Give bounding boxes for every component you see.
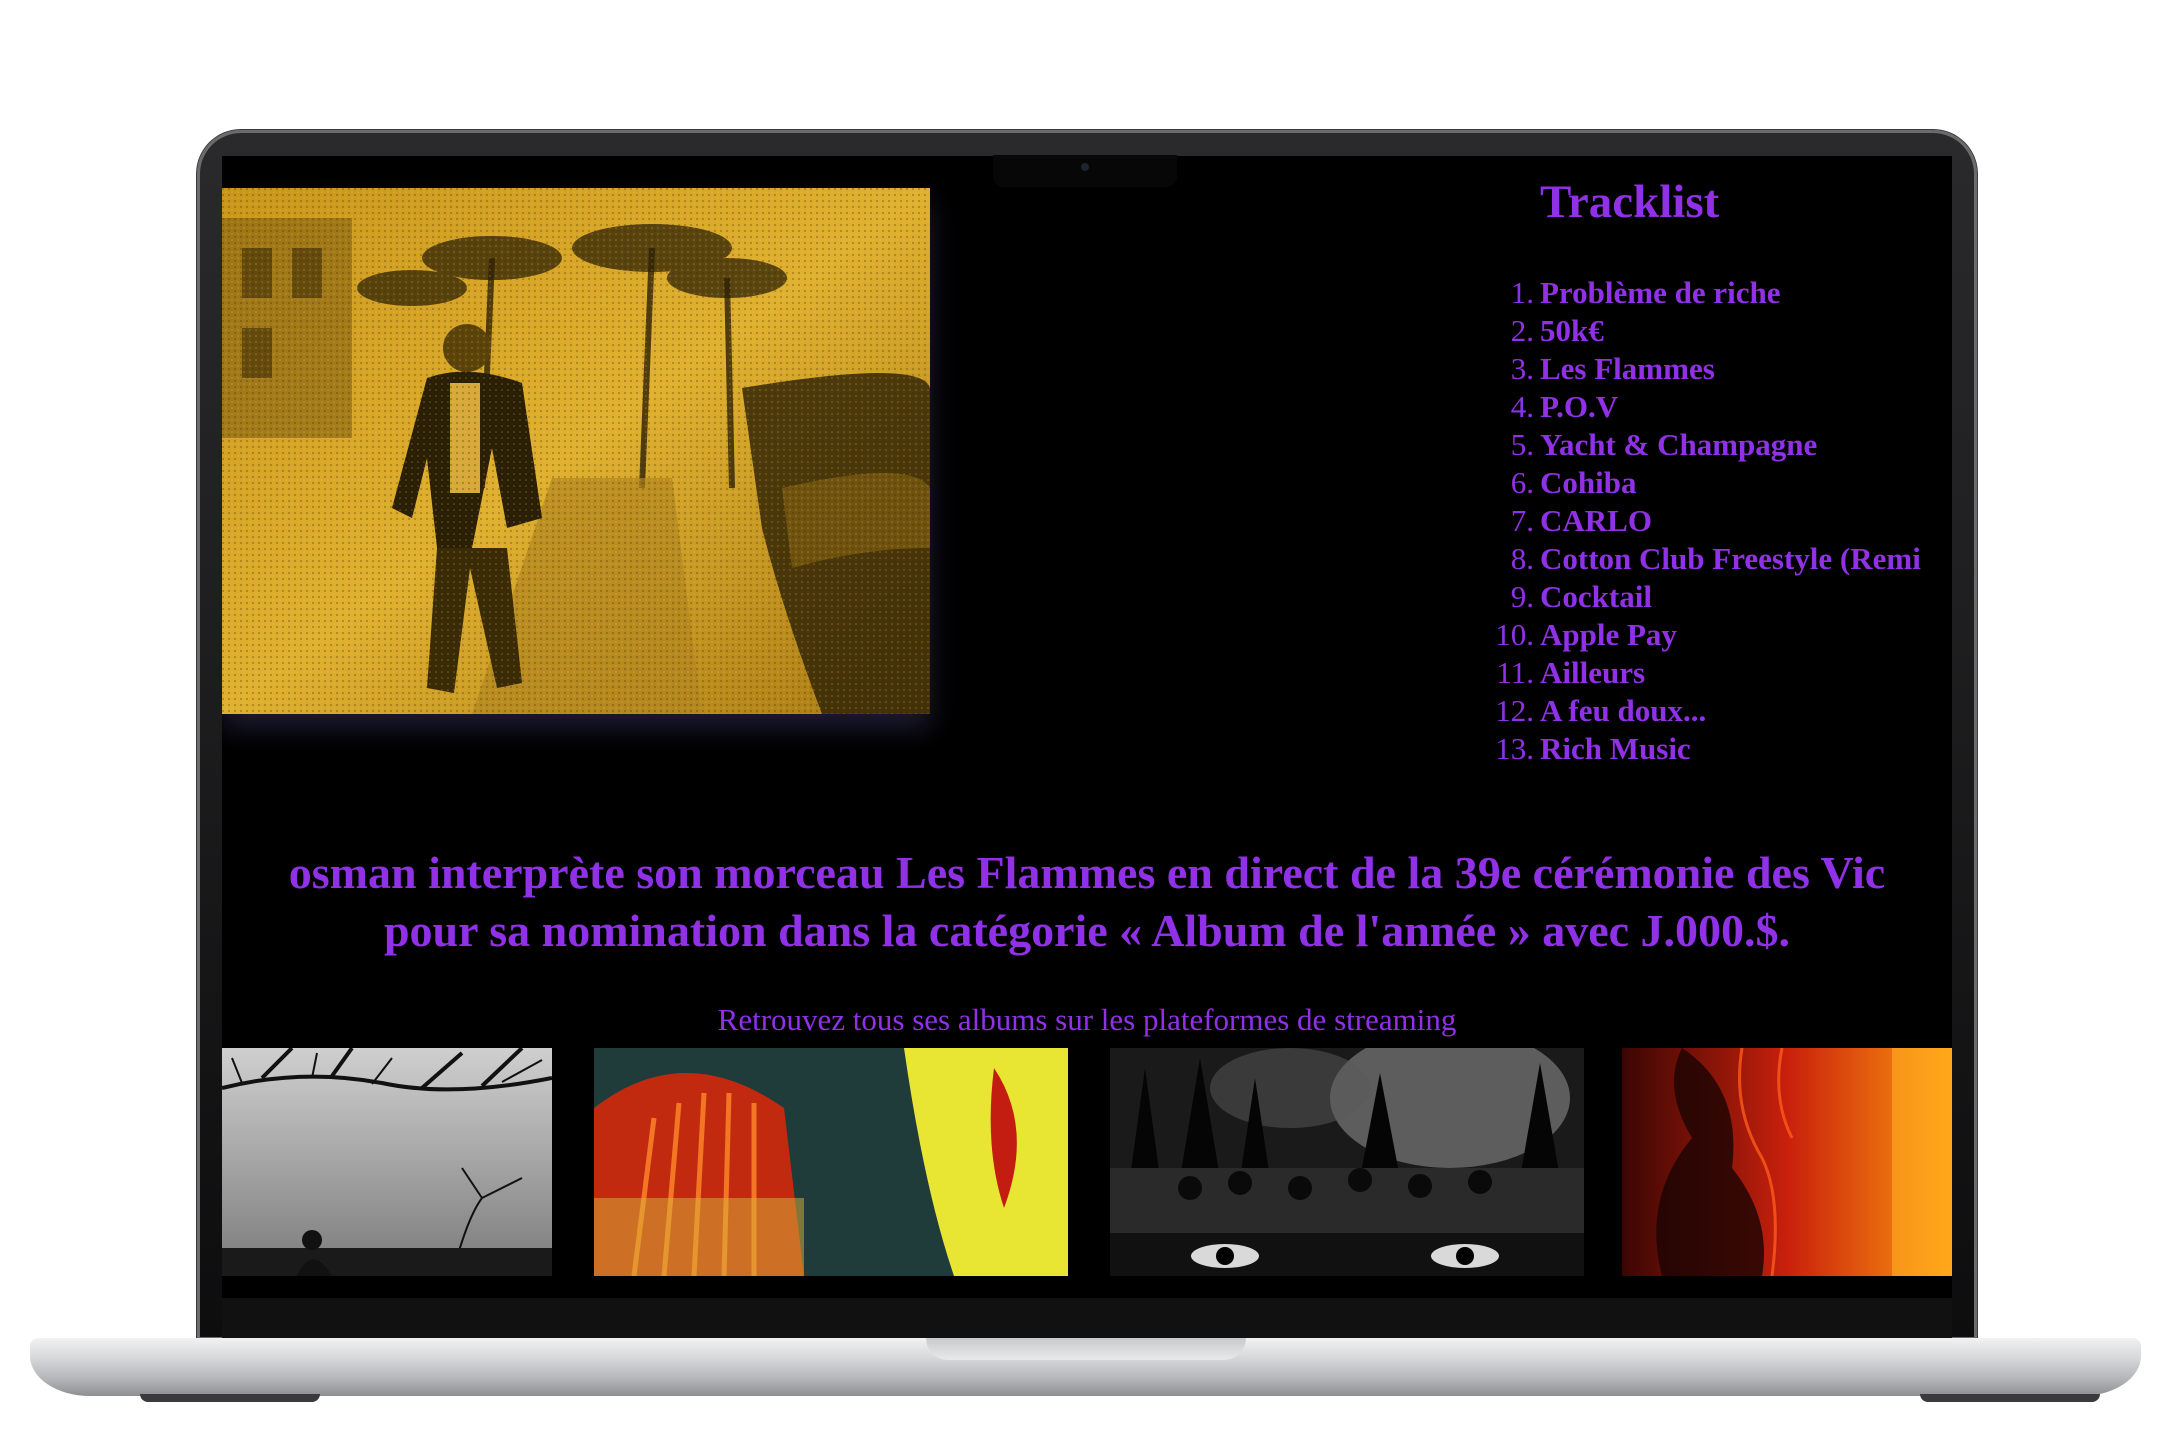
hero-album-photo <box>222 188 930 714</box>
laptop-foot-left <box>140 1394 320 1402</box>
track-title: CARLO <box>1540 503 1652 538</box>
track-title: Cotton Club Freestyle (Remi <box>1540 541 1921 576</box>
laptop-open-notch <box>926 1338 1246 1360</box>
track-item[interactable]: 5. Yacht & Champagne <box>1422 426 1952 464</box>
track-title: Cohiba <box>1540 465 1637 500</box>
track-number: 2. <box>1510 313 1534 348</box>
track-list: 1. Problème de riche 2. 50k€ 3. Les Flammes… <box>1422 274 1952 768</box>
track-title: Problème de riche <box>1540 275 1781 310</box>
camera-icon <box>1081 163 1089 171</box>
track-number: 4. <box>1510 389 1534 424</box>
track-item[interactable]: 11. Ailleurs <box>1422 654 1952 692</box>
track-item[interactable]: 4. P.O.V <box>1422 388 1952 426</box>
track-number: 11. <box>1496 655 1534 690</box>
laptop-foot-right <box>1920 1394 2100 1402</box>
performance-headline: osman interprète son morceau Les Flammes… <box>222 844 1952 960</box>
track-title: Les Flammes <box>1540 351 1715 386</box>
track-number: 9. <box>1510 579 1534 614</box>
album-cover-3[interactable] <box>1110 1048 1584 1276</box>
track-number: 3. <box>1510 351 1534 386</box>
track-title: Apple Pay <box>1540 617 1677 652</box>
track-item[interactable]: 10. Apple Pay <box>1422 616 1952 654</box>
camera-notch <box>993 155 1177 187</box>
track-title: Cocktail <box>1540 579 1652 614</box>
track-item[interactable]: 1. Problème de riche <box>1422 274 1952 312</box>
tracklist-title: Tracklist <box>1540 176 1720 228</box>
tracklist: Tracklist 1. Problème de riche 2. 50k€ 3. L… <box>1422 174 1952 768</box>
track-number: 12. <box>1495 693 1534 728</box>
track-title: Rich Music <box>1540 731 1691 766</box>
track-item[interactable]: 6. Cohiba <box>1422 464 1952 502</box>
track-number: 1. <box>1510 275 1534 310</box>
track-number: 8. <box>1510 541 1534 576</box>
track-item[interactable]: 3. Les Flammes <box>1422 350 1952 388</box>
track-item[interactable]: 13. Rich Music <box>1422 730 1952 768</box>
track-item[interactable]: 8. Cotton Club Freestyle (Remi <box>1422 540 1952 578</box>
track-number: 5. <box>1510 427 1534 462</box>
screen-bezel <box>222 1298 1952 1338</box>
headline-line-1: osman interprète son morceau Les Flammes… <box>288 847 1886 898</box>
track-title: A feu doux... <box>1540 693 1707 728</box>
streaming-subtitle: Retrouvez tous ses albums sur les platef… <box>717 1002 1457 1037</box>
album-cover-1[interactable] <box>222 1048 552 1276</box>
track-title: 50k€ <box>1540 313 1604 348</box>
track-title: P.O.V <box>1540 389 1619 424</box>
headline-line-2: pour sa nomination dans la catégorie « A… <box>383 905 1791 956</box>
track-title: Ailleurs <box>1540 655 1646 690</box>
album-cover-2[interactable] <box>594 1048 1068 1276</box>
track-item[interactable]: 2. 50k€ <box>1422 312 1952 350</box>
track-number: 7. <box>1510 503 1534 538</box>
track-number: 10. <box>1495 617 1534 652</box>
browser-screen: Tracklist 1. Problème de riche 2. 50k€ 3. L… <box>222 156 1952 1298</box>
track-item[interactable]: 12. A feu doux... <box>1422 692 1952 730</box>
track-item[interactable]: 7. CARLO <box>1422 502 1952 540</box>
track-number: 6. <box>1510 465 1534 500</box>
track-title: Yacht & Champagne <box>1540 427 1818 462</box>
track-number: 13. <box>1495 731 1534 766</box>
album-cover-4[interactable] <box>1622 1048 1952 1276</box>
track-item[interactable]: 9. Cocktail <box>1422 578 1952 616</box>
